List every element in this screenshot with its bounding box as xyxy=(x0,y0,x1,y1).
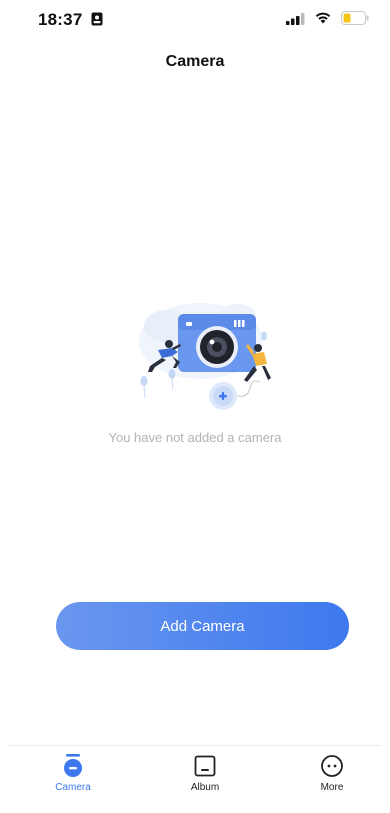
status-time: 18:37 xyxy=(38,10,83,29)
empty-state-message: You have not added a camera xyxy=(108,430,282,445)
contact-card-icon xyxy=(91,12,103,26)
more-icon xyxy=(321,755,343,777)
page-title: Camera xyxy=(165,53,225,70)
tab-album[interactable]: Album xyxy=(165,746,245,806)
tab-camera[interactable]: Camera xyxy=(33,746,113,806)
wifi-icon xyxy=(315,12,331,24)
cellular-signal-icon xyxy=(286,13,305,25)
battery-icon xyxy=(341,11,369,25)
album-icon xyxy=(194,755,216,777)
tab-bar: Camera Album More xyxy=(8,745,382,806)
status-bar: 18:37 xyxy=(0,0,390,40)
add-camera-button[interactable]: Add Camera xyxy=(56,602,349,650)
tab-album-label: Album xyxy=(190,782,220,793)
camera-empty-illustration xyxy=(139,303,271,410)
tab-more-label: More xyxy=(320,782,344,793)
tab-more[interactable]: More xyxy=(292,746,372,806)
tab-camera-label: Camera xyxy=(55,782,91,793)
camera-tab-icon xyxy=(64,754,82,777)
camera-screen: 18:37 Camera You have not added a camera… xyxy=(0,0,390,813)
